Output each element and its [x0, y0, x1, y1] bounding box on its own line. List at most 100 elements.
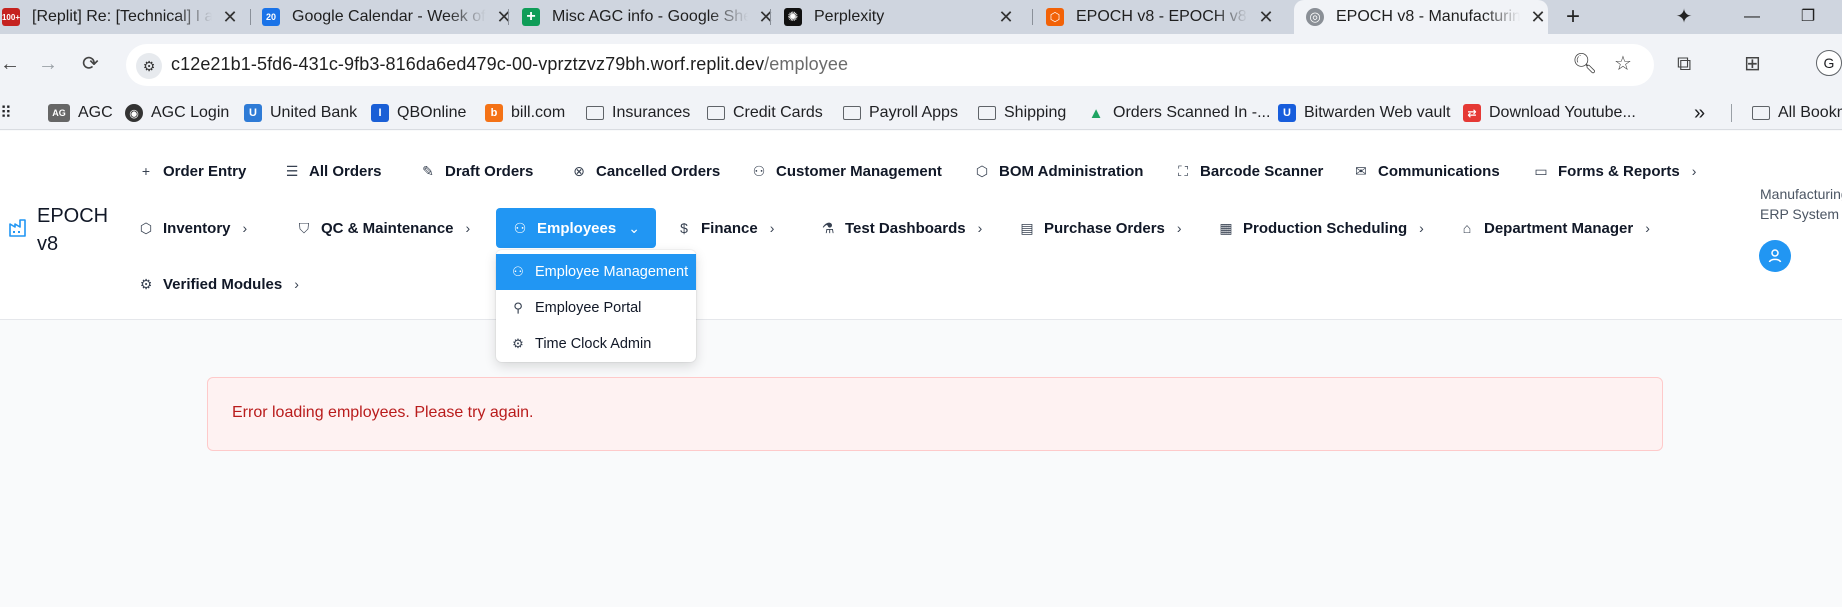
- bookmark-folder-insurances[interactable]: Insurances: [586, 100, 690, 126]
- qbonline-icon: I: [371, 104, 389, 122]
- site-settings-icon[interactable]: ⚙: [136, 53, 162, 79]
- menu-item-employee-management[interactable]: ⚇ Employee Management: [496, 254, 696, 290]
- zoom-icon[interactable]: 🔍︎: [1572, 50, 1597, 78]
- menu-item-time-clock-admin[interactable]: ⚙ Time Clock Admin: [496, 326, 696, 362]
- list-icon: ☰: [285, 162, 299, 179]
- restore-window-icon[interactable]: ❐: [1788, 0, 1828, 34]
- bookmark-folder-credit-cards[interactable]: Credit Cards: [707, 100, 823, 126]
- folder-icon: [707, 106, 725, 120]
- extensions-puzzle-icon[interactable]: ⧉: [1677, 50, 1691, 78]
- bookmark-label: Bitwarden Web vault: [1304, 104, 1451, 121]
- nav-test-dashboards[interactable]: ⚗ Test Dashboards ›: [820, 208, 983, 248]
- calendar-favicon-icon: 20: [262, 8, 280, 26]
- browser-tab-perplexity[interactable]: ✺ Perplexity ✕: [784, 0, 1016, 34]
- close-tab-icon[interactable]: ✕: [996, 7, 1016, 28]
- users-icon: ⚇: [512, 264, 524, 279]
- united-bank-icon: U: [244, 104, 262, 122]
- bookmarks-overflow-icon[interactable]: »: [1694, 100, 1705, 126]
- nav-label: All Orders: [309, 162, 382, 180]
- employees-dropdown-menu: ⚇ Employee Management ⚲ Employee Portal ⚙ T…: [496, 250, 696, 362]
- nav-verified-modules[interactable]: ⚙ Verified Modules ›: [138, 264, 299, 304]
- nav-inventory[interactable]: ⬡ Inventory ›: [138, 208, 247, 248]
- chevron-right-icon: ›: [1176, 220, 1182, 236]
- forward-arrow-icon[interactable]: →: [38, 50, 58, 78]
- url-text[interactable]: c12e21b1-5fd6-431c-9fb3-816da6ed479c-00-…: [171, 54, 848, 75]
- file-icon: ▭: [1534, 162, 1548, 179]
- close-tab-icon[interactable]: ✕: [1256, 7, 1276, 28]
- bookmark-qbonline[interactable]: I QBOnline: [371, 100, 466, 126]
- new-tab-button[interactable]: +: [1553, 0, 1593, 34]
- nav-label: Employees: [537, 219, 617, 237]
- folder-icon: [1752, 106, 1770, 120]
- nav-label: QC & Maintenance: [321, 219, 454, 237]
- app-subtitle: Manufacturing ERP System: [1760, 184, 1842, 224]
- close-tab-icon[interactable]: ✕: [756, 7, 776, 28]
- bookmark-star-icon[interactable]: ☆: [1614, 50, 1632, 78]
- nav-order-entry[interactable]: + Order Entry: [138, 151, 246, 191]
- shield-icon: ⛉: [298, 219, 310, 236]
- nav-all-orders[interactable]: ☰ All Orders: [284, 151, 382, 191]
- globe-favicon-icon: ◎: [1306, 8, 1324, 26]
- nav-cancelled-orders[interactable]: ⊗ Cancelled Orders: [571, 151, 720, 191]
- bookmark-orders-scanned[interactable]: ▲ Orders Scanned In -...: [1087, 100, 1271, 126]
- browser-tab-google-sheets[interactable]: + Misc AGC info - Google Sheets ✕: [522, 0, 776, 34]
- nav-production-scheduling[interactable]: ▦ Production Scheduling ›: [1218, 208, 1423, 248]
- bookmark-label: Insurances: [612, 104, 691, 121]
- nav-draft-orders[interactable]: ✎ Draft Orders: [420, 151, 533, 191]
- nav-barcode-scanner[interactable]: ⛶ Barcode Scanner: [1175, 151, 1323, 191]
- app-brand[interactable]: EPOCH v8: [37, 202, 108, 258]
- gear-icon: ⚙: [139, 275, 153, 292]
- gemini-sparkle-icon[interactable]: ✦: [1664, 0, 1704, 34]
- nav-label: Customer Management: [776, 162, 942, 180]
- folder-icon: [586, 106, 604, 120]
- folder-icon: [843, 106, 861, 120]
- browser-tab-replit-project[interactable]: ⬡ EPOCH v8 - EPOCH v8 - Replit ✕: [1046, 0, 1276, 34]
- browser-tab-replit-email[interactable]: 100+ [Replit] Re: [Technical] I am ✕: [0, 0, 240, 34]
- tab-title: Google Calendar - Week of: [292, 8, 486, 25]
- nav-employees[interactable]: ⚇ Employees ⌄: [496, 208, 656, 248]
- bookmark-download-youtube[interactable]: ⇄ Download Youtube...: [1463, 100, 1636, 126]
- bookmark-folder-payroll-apps[interactable]: Payroll Apps: [843, 100, 958, 126]
- nav-label: Purchase Orders: [1044, 219, 1165, 237]
- bookmark-bitwarden[interactable]: U Bitwarden Web vault: [1278, 100, 1450, 126]
- bookmark-label: AGC: [78, 104, 113, 121]
- factory-logo-icon: [9, 219, 26, 237]
- bookmark-bill-com[interactable]: b bill.com: [485, 100, 565, 126]
- tab-divider: [508, 9, 509, 25]
- globe-icon: ◉: [125, 104, 143, 122]
- nav-qc-maintenance[interactable]: ⛉ QC & Maintenance ›: [296, 208, 470, 248]
- browser-tab-epoch-active[interactable]: ◎ EPOCH v8 - Manufacturing ✕: [1294, 0, 1548, 34]
- bookmark-folder-shipping[interactable]: Shipping: [978, 100, 1066, 126]
- menu-item-employee-portal[interactable]: ⚲ Employee Portal: [496, 290, 696, 326]
- nav-department-manager[interactable]: ⌂ Department Manager ›: [1459, 208, 1650, 248]
- reload-icon[interactable]: ⟳: [82, 50, 99, 78]
- nav-finance[interactable]: $ Finance ›: [676, 208, 774, 248]
- user-avatar-button[interactable]: [1759, 240, 1791, 272]
- bookmark-agc[interactable]: AG AGC: [48, 100, 113, 126]
- back-arrow-icon[interactable]: ←: [0, 50, 20, 78]
- browser-tab-google-calendar[interactable]: 20 Google Calendar - Week of ✕: [262, 0, 514, 34]
- tab-title: [Replit] Re: [Technical] I am: [32, 8, 212, 25]
- close-tab-icon[interactable]: ✕: [494, 7, 514, 28]
- edit-icon: ✎: [422, 162, 434, 179]
- nav-bom-administration[interactable]: ⬡ BOM Administration: [974, 151, 1144, 191]
- bookmark-label: United Bank: [270, 104, 358, 121]
- minimize-window-icon[interactable]: —: [1732, 0, 1772, 34]
- bookmark-agc-login[interactable]: ◉ AGC Login: [125, 100, 229, 126]
- close-tab-icon[interactable]: ✕: [1528, 7, 1548, 28]
- bookmark-united-bank[interactable]: U United Bank: [244, 100, 357, 126]
- nav-communications[interactable]: ✉ Communications: [1353, 151, 1500, 191]
- apps-grid-icon[interactable]: ⠿: [0, 100, 12, 126]
- nav-label: BOM Administration: [999, 162, 1144, 180]
- test-tube-icon: ⚗: [821, 219, 835, 236]
- bookmark-all-bookmarks[interactable]: All Bookmarks: [1752, 100, 1842, 126]
- search-tabs-icon[interactable]: ⊞: [1744, 50, 1761, 78]
- nav-forms-reports[interactable]: ▭ Forms & Reports ›: [1533, 151, 1696, 191]
- nav-customer-management[interactable]: ⚇ Customer Management: [751, 151, 942, 191]
- close-tab-icon[interactable]: ✕: [220, 7, 240, 28]
- profile-avatar[interactable]: G: [1816, 50, 1842, 76]
- error-message: Error loading employees. Please try agai…: [232, 404, 534, 421]
- menu-item-label: Employee Portal: [535, 300, 642, 316]
- nav-purchase-orders[interactable]: ▤ Purchase Orders ›: [1019, 208, 1182, 248]
- box-icon: ⬡: [139, 219, 153, 236]
